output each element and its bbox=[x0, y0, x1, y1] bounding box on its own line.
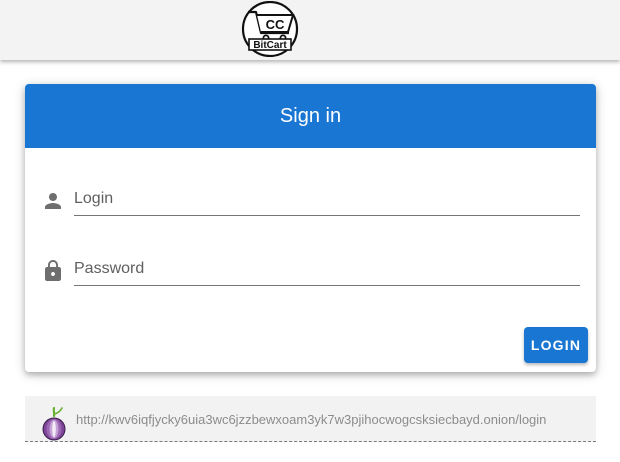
top-app-bar: CC BitCart bbox=[0, 0, 620, 60]
login-field bbox=[41, 183, 580, 223]
lock-icon bbox=[45, 260, 61, 281]
password-input[interactable] bbox=[74, 253, 580, 286]
login-input[interactable] bbox=[74, 183, 580, 216]
login-button[interactable]: LOGIN bbox=[524, 327, 588, 363]
password-field bbox=[41, 253, 580, 293]
tor-onion-icon bbox=[42, 406, 66, 441]
logo-text: BitCart bbox=[253, 40, 287, 51]
person-icon bbox=[45, 193, 61, 209]
tor-onion-bar: http://kwv6iqfjycky6uia3wc6jzzbewxoam3yk… bbox=[25, 396, 596, 442]
bitcart-logo-icon[interactable]: CC BitCart bbox=[239, 1, 301, 57]
onion-url-link[interactable]: http://kwv6iqfjycky6uia3wc6jzzbewxoam3yk… bbox=[76, 412, 546, 427]
logo-badge-text: CC bbox=[266, 17, 285, 32]
sign-in-card: Sign in LOGIN bbox=[25, 84, 596, 372]
sign-in-title: Sign in bbox=[25, 84, 596, 148]
